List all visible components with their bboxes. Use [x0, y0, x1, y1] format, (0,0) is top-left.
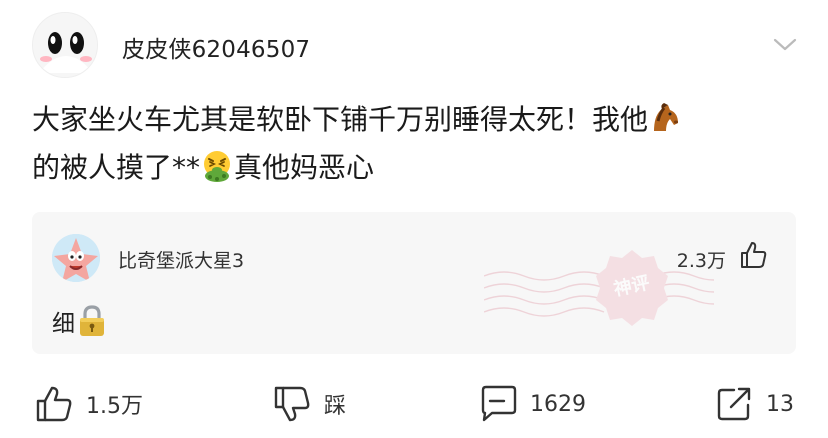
share-button[interactable]: 13 — [714, 378, 794, 430]
comment-text: 细 — [52, 311, 75, 337]
post-body: 大家坐火车尤其是软卧下铺千万别睡得太死！我他 的被人摸了** 真他妈恶心 — [32, 96, 802, 192]
share-count: 13 — [766, 391, 794, 417]
like-button[interactable]: 1.5万 — [34, 378, 143, 430]
comment-bubble-icon — [481, 385, 517, 422]
user-avatar[interactable] — [32, 12, 98, 78]
dislike-button[interactable]: 踩 — [272, 378, 346, 430]
avatar-face-icon — [33, 13, 97, 77]
post-username[interactable]: 皮皮侠62046507 — [122, 30, 310, 64]
vomiting-face-emoji-icon — [204, 151, 231, 182]
action-bar: 1.5万 踩 1629 13 — [0, 378, 828, 430]
comment-button[interactable]: 1629 — [478, 378, 586, 430]
post-text-line-1: 大家坐火车尤其是软卧下铺千万别睡得太死！我他 — [32, 96, 802, 144]
chevron-down-icon[interactable] — [772, 34, 798, 54]
post-text-1: 大家坐火车尤其是软卧下铺千万别睡得太死！我他 — [32, 103, 649, 136]
post-text-2b: 真他妈恶心 — [234, 151, 375, 184]
lock-emoji-icon — [80, 305, 104, 336]
dislike-label: 踩 — [324, 394, 347, 419]
top-comment[interactable]: 比奇堡派大星3 神评 2.3万 细 — [32, 212, 796, 354]
thumbs-up-icon — [36, 386, 72, 422]
comment-like-icon[interactable] — [738, 240, 768, 270]
patrick-star-avatar-icon — [52, 234, 100, 282]
comment-count: 1629 — [530, 391, 586, 417]
comment-body: 细 — [52, 304, 107, 338]
horse-emoji-icon — [654, 103, 679, 131]
post-header: 皮皮侠62046507 — [32, 12, 812, 78]
like-count: 1.5万 — [86, 394, 143, 419]
comment-username[interactable]: 比奇堡派大星3 — [118, 246, 244, 273]
share-icon — [717, 387, 751, 421]
comment-avatar[interactable] — [52, 234, 100, 282]
comment-like-count: 2.3万 — [676, 250, 726, 272]
post-text-line-2: 的被人摸了** 真他妈恶心 — [32, 144, 802, 192]
post-text-2a: 的被人摸了** — [32, 151, 201, 184]
thumbs-down-icon — [274, 386, 310, 422]
